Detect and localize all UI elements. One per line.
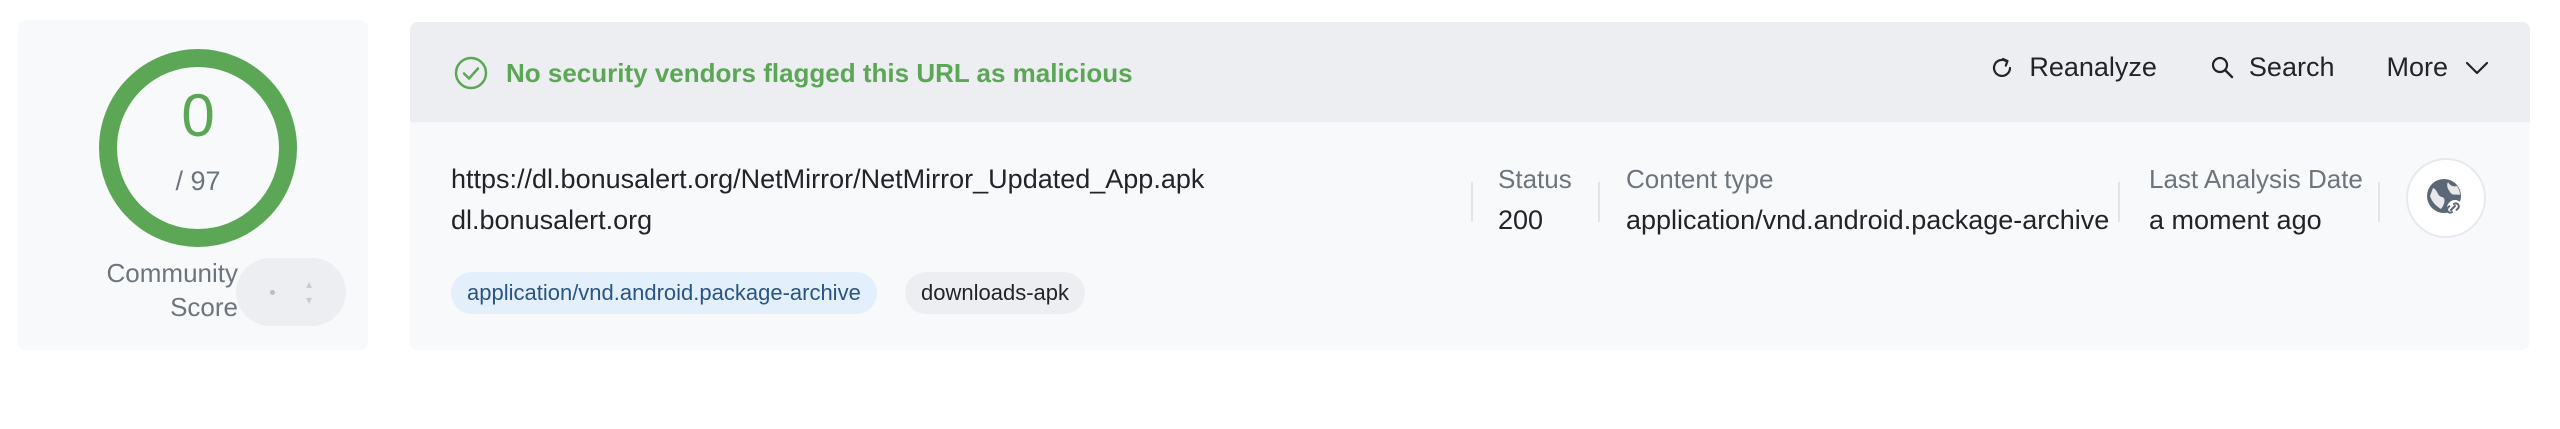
vote-down-icon[interactable]: ▾ [306,294,312,306]
report-actions: Reanalyze Search More [1937,52,2490,83]
reanalyze-button[interactable]: Reanalyze [1989,52,2157,83]
globe-link-icon [2427,179,2463,216]
detection-score-card: 0 / 97 Community Score ▴ ▾ [18,20,368,350]
detection-count: 0 [181,82,215,149]
verdict-message: No security vendors flagged this URL as … [506,58,1133,88]
url-report-card: No security vendors flagged this URL as … [410,22,2530,350]
chevron-down-icon [2465,61,2489,74]
tag-downloads-apk[interactable]: downloads-apk [905,272,1085,314]
vote-up-icon[interactable]: ▴ [306,278,312,290]
tag-content-type[interactable]: application/vnd.android.package-archive [451,272,877,314]
vote-dot-icon [270,290,275,295]
content-type-value: application/vnd.android.package-archive [1626,205,2110,235]
search-label: Search [2248,52,2335,82]
divider [1598,182,1600,222]
last-analysis-label: Last Analysis Date [2149,164,2363,194]
reanalyze-label: Reanalyze [2029,52,2157,82]
more-menu-button[interactable]: More [2386,52,2490,83]
engine-total: / 97 [175,166,221,196]
detection-gauge: 0 / 97 [98,48,298,248]
analyzed-url: https://dl.bonusalert.org/NetMirror/NetM… [451,164,1205,194]
status-value: 200 [1498,205,1544,235]
divider [2118,182,2120,222]
search-button[interactable]: Search [2209,52,2335,83]
content-type-label: Content type [1626,164,1774,194]
search-icon [2211,56,2234,78]
verdict-banner: No security vendors flagged this URL as … [410,22,2530,122]
divider [1471,182,1473,222]
last-analysis-value: a moment ago [2149,205,2322,235]
url-host[interactable]: dl.bonusalert.org [451,205,652,236]
more-label: More [2386,52,2448,82]
refresh-icon [1993,57,2012,77]
community-score-vote-toggle[interactable]: ▴ ▾ [236,258,346,326]
community-score-label: Community Score [106,258,238,322]
status-label: Status [1498,164,1572,194]
divider [2378,182,2380,222]
url-link-button[interactable] [2406,158,2486,238]
check-circle-icon [454,56,488,90]
